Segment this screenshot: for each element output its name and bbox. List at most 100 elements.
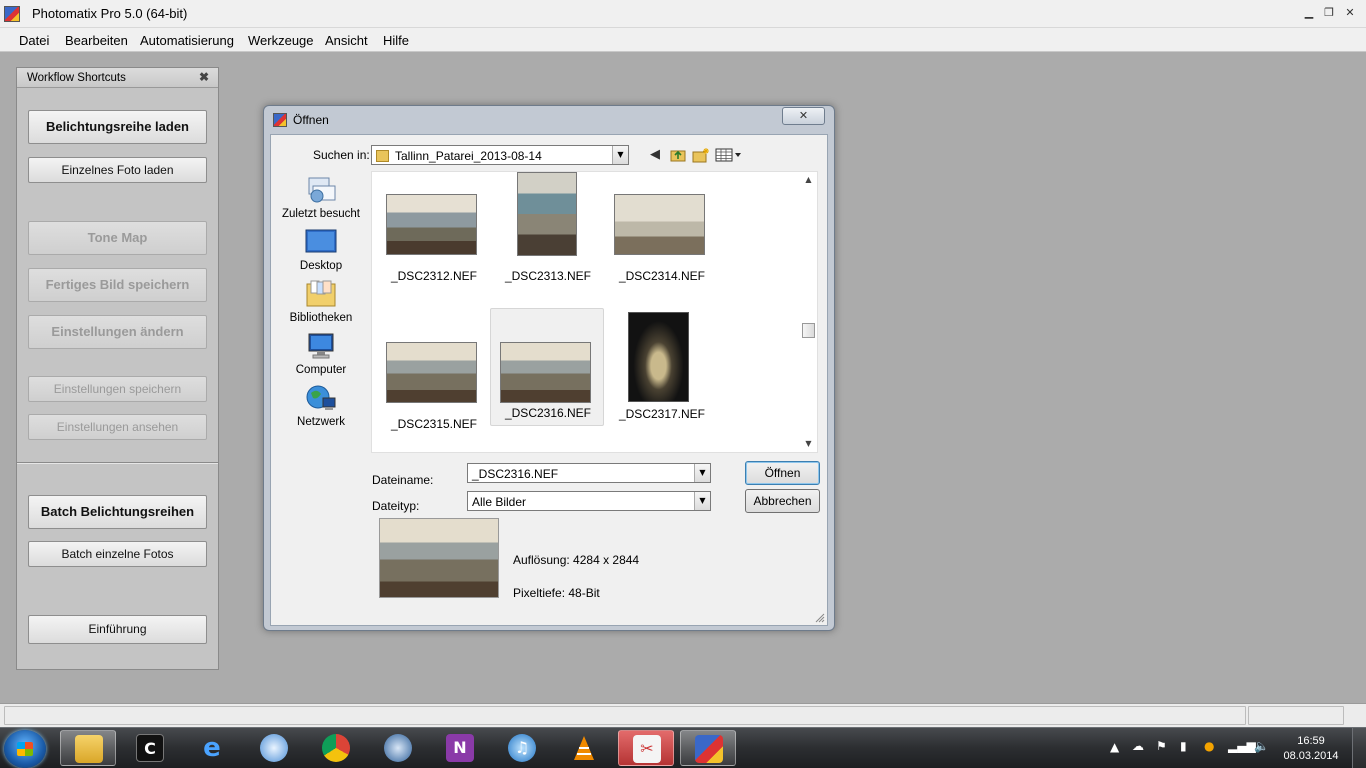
avast-icon[interactable]: ● [1204,739,1214,753]
bit-depth-text: Pixeltiefe: 48-Bit [513,586,600,600]
change-settings-button[interactable]: Einstellungen ändern [28,315,207,349]
scroll-down-icon[interactable]: ▼ [800,436,817,452]
thunderbird-icon [384,734,412,762]
place-network[interactable]: Netzwerk [279,384,363,428]
load-bracketed-button[interactable]: Belichtungsreihe laden [28,110,207,144]
menu-bar: Datei Bearbeiten Automatisierung Werkzeu… [0,28,1366,52]
dialog-title: Öffnen [293,113,329,127]
device-icon[interactable]: ▮ [1180,739,1187,753]
file-list[interactable]: _DSC2312.NEF _DSC2313.NEF _DSC2314.NEF _… [371,171,818,453]
taskbar-app-itunes[interactable]: ♫ [494,730,550,766]
status-bar [0,703,1366,727]
dialog-close-button[interactable]: ✕ [782,107,825,125]
taskbar-app-c[interactable]: C [122,730,178,766]
dialog-title-bar: Öffnen [273,113,329,127]
cancel-button[interactable]: Abbrechen [745,489,820,513]
menu-werkzeuge[interactable]: Werkzeuge [248,33,314,48]
up-folder-icon[interactable] [670,147,686,163]
batch-single-photos-button[interactable]: Batch einzelne Fotos [28,541,207,567]
place-libraries[interactable]: Bibliotheken [279,280,363,324]
vertical-scrollbar[interactable]: ▲ ▼ [800,172,817,452]
workflow-shortcuts-panel: Workflow Shortcuts ✖ Belichtungsreihe la… [16,67,219,670]
menu-hilfe[interactable]: Hilfe [383,33,409,48]
minimize-icon[interactable]: ▁ [1300,6,1318,20]
vlc-icon [570,734,598,762]
title-bar: Photomatix Pro 5.0 (64-bit) ▁ ❐ ✕ [0,0,1366,28]
show-desktop-button[interactable] [1352,728,1366,768]
look-in-dropdown[interactable]: Tallinn_Patarei_2013-08-14 ▼ [371,145,629,165]
place-label: Netzwerk [297,416,345,428]
menu-bearbeiten[interactable]: Bearbeiten [65,33,128,48]
save-final-image-button[interactable]: Fertiges Bild speichern [28,268,207,302]
filename-label: Dateiname: [372,473,434,487]
tone-map-button[interactable]: Tone Map [28,221,207,255]
photomatix-red-icon: ✂ [633,735,661,763]
panel-divider [17,462,218,464]
computer-icon [308,333,334,359]
clock-time: 16:59 [1297,735,1325,747]
file-tile-dsc2313[interactable]: _DSC2313.NEF [492,172,604,288]
place-computer[interactable]: Computer [279,332,363,376]
file-tile-dsc2317[interactable]: _DSC2317.NEF [606,310,718,426]
back-arrow-icon[interactable]: ◀ [647,147,663,163]
filename-input[interactable]: _DSC2316.NEF ▼ [467,463,711,483]
start-button[interactable] [4,730,46,768]
view-menu-icon[interactable] [715,147,743,163]
thumbnail-image [386,194,477,255]
chevron-down-icon[interactable]: ▼ [694,492,710,510]
introduction-button[interactable]: Einführung [28,615,207,644]
batch-bracketed-button[interactable]: Batch Belichtungsreihen [28,495,207,529]
file-tile-dsc2316[interactable]: _DSC2316.NEF [490,308,604,426]
menu-datei[interactable]: Datei [19,33,49,48]
scroll-up-icon[interactable]: ▲ [800,172,817,188]
taskbar-app-explorer[interactable] [60,730,116,766]
menu-ansicht[interactable]: Ansicht [325,33,368,48]
chevron-down-icon[interactable]: ▼ [694,464,710,482]
thumbnail-image [500,342,591,403]
taskbar-app-safari[interactable] [246,730,302,766]
place-desktop[interactable]: Desktop [279,228,363,272]
taskbar-app-onenote[interactable]: N [432,730,488,766]
open-button[interactable]: Öffnen [745,461,820,485]
place-label: Computer [295,364,347,376]
network-signal-icon[interactable]: ▂▄▆ [1228,739,1256,753]
resize-grip-icon[interactable] [815,613,825,623]
close-icon[interactable]: ✖ [199,70,209,84]
itunes-icon: ♫ [508,734,536,762]
close-icon[interactable]: ✕ [1341,6,1359,20]
new-folder-icon[interactable] [692,147,710,163]
taskbar-app-photomatix-red[interactable]: ✂ [618,730,674,766]
maximize-icon[interactable]: ❐ [1320,6,1338,20]
chevron-down-icon[interactable]: ▼ [612,146,628,164]
preview-thumbnail [379,518,499,598]
action-center-flag-icon[interactable]: ⚑ [1156,739,1167,753]
place-recent[interactable]: Zuletzt besucht [279,176,363,220]
file-tile-dsc2315[interactable]: _DSC2315.NEF [378,320,490,436]
menu-automatisierung[interactable]: Automatisierung [140,33,234,48]
file-tile-dsc2312[interactable]: _DSC2312.NEF [378,172,490,288]
load-single-photo-button[interactable]: Einzelnes Foto laden [28,157,207,183]
look-in-value: Tallinn_Patarei_2013-08-14 [395,149,542,163]
workflow-panel-title: Workflow Shortcuts [27,72,126,84]
taskbar-app-thunderbird[interactable] [370,730,426,766]
taskbar-app-ie[interactable]: e [184,730,240,766]
onenote-icon: N [446,734,474,762]
file-tile-dsc2314[interactable]: _DSC2314.NEF [606,172,718,288]
filetype-dropdown[interactable]: Alle Bilder ▼ [467,491,711,511]
cloud-sync-icon[interactable]: ☁ [1132,739,1144,753]
show-hidden-icons-icon[interactable]: ▲ [1110,740,1119,754]
taskbar-app-photomatix[interactable] [680,730,736,766]
save-settings-button[interactable]: Einstellungen speichern [28,376,207,402]
taskbar-app-vlc[interactable] [556,730,612,766]
scrollbar-thumb[interactable] [802,323,815,338]
taskbar-app-chrome[interactable] [308,730,364,766]
filetype-label: Dateityp: [372,499,420,513]
system-clock[interactable]: 16:59 08.03.2014 [1276,734,1346,764]
filename-value[interactable]: _DSC2316.NEF [472,467,558,481]
dialog-body: Suchen in: Tallinn_Patarei_2013-08-14 ▼ … [270,134,828,626]
app-c-icon: C [136,734,164,762]
file-name: _DSC2315.NEF [390,417,478,431]
volume-icon[interactable]: 🔈 [1254,739,1269,753]
view-settings-button[interactable]: Einstellungen ansehen [28,414,207,440]
chrome-icon [322,734,350,762]
